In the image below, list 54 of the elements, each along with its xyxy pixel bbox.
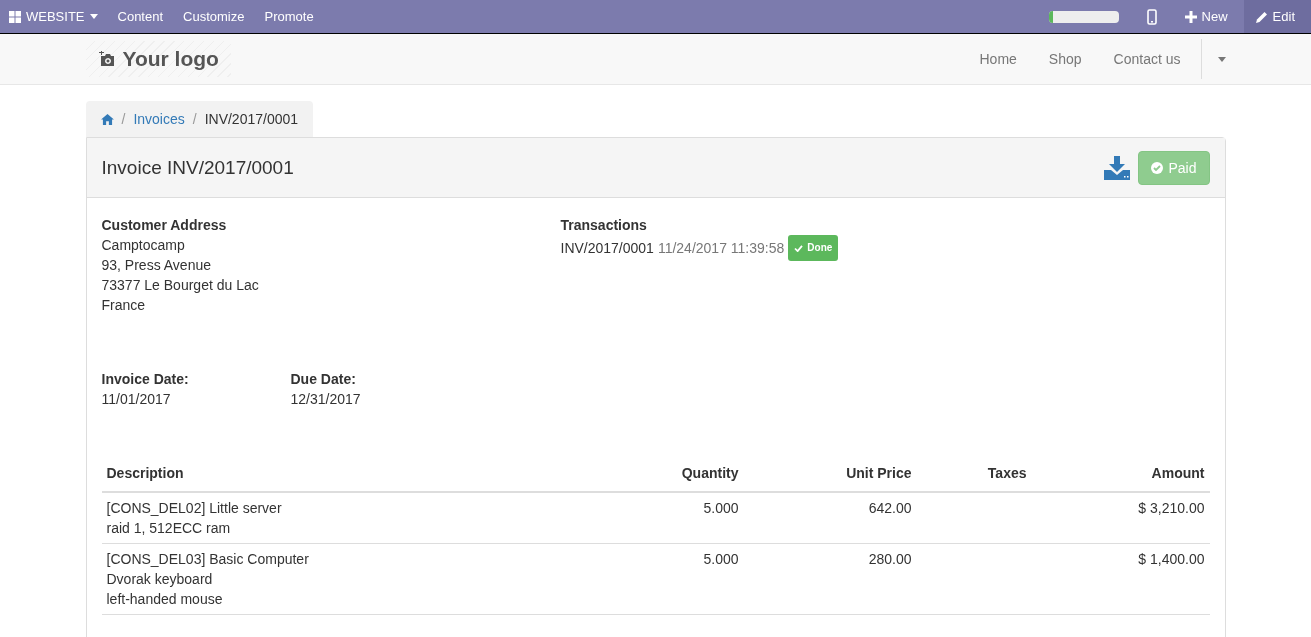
breadcrumb-separator: / — [120, 111, 127, 127]
menu-item[interactable]: Promote — [254, 0, 324, 33]
amount-cell: $ 3,210.00 — [1031, 492, 1210, 544]
plus-icon — [1184, 10, 1197, 23]
grid-icon — [9, 10, 21, 23]
quantity-cell: 5.000 — [603, 543, 744, 615]
status-badge: Done — [788, 235, 839, 261]
progress-bar — [1048, 10, 1119, 23]
column-header: Quantity — [603, 455, 744, 492]
address-line: France — [101, 296, 147, 315]
section-heading: Customer Address — [101, 216, 228, 235]
column-header: Taxes — [916, 455, 1032, 492]
caret-icon — [1217, 56, 1226, 62]
home-link[interactable] — [100, 113, 114, 125]
section-heading: Transactions — [560, 216, 648, 235]
mobile-phone-icon — [1146, 8, 1157, 25]
address-line: Camptocamp — [101, 236, 186, 255]
logo[interactable]: Your logo — [85, 41, 231, 77]
new-button[interactable]: New — [1172, 0, 1244, 33]
column-header: Amount — [1031, 455, 1210, 492]
breadcrumb-separator: / — [191, 111, 198, 127]
quantity-cell: 5.000 — [603, 492, 744, 544]
column-header: Description — [101, 455, 604, 492]
date-label: Invoice Date: — [101, 370, 190, 389]
transaction-reference: INV/2017/0001 — [560, 239, 654, 258]
menu-item[interactable]: Customize — [173, 0, 255, 33]
website-menu[interactable]: WEBSITE — [9, 0, 108, 33]
unit-price-cell: 642.00 — [743, 492, 917, 544]
date-value: 11/01/2017 — [101, 390, 172, 409]
breadcrumb-current: INV/2017/0001 — [204, 111, 299, 127]
nav-link[interactable]: Contact us — [1097, 34, 1197, 84]
breadcrumb-link[interactable]: Invoices — [133, 111, 185, 127]
pencil-icon — [1255, 10, 1268, 23]
address-line: 93, Press Avenue — [101, 256, 212, 275]
edit-button[interactable]: Edit — [1243, 0, 1311, 33]
home-icon — [100, 113, 114, 125]
camera-icon — [97, 51, 116, 67]
date-label: Due Date: — [290, 370, 357, 389]
date-value: 12/31/2017 — [290, 390, 362, 409]
amount-cell: $ 1,400.00 — [1031, 543, 1210, 615]
nav-link[interactable]: Shop — [1032, 34, 1098, 84]
description-cell: [CONS_DEL02] Little server raid 1, 512ECC ram — [101, 492, 604, 544]
download-icon[interactable] — [1104, 155, 1131, 180]
nav-link[interactable]: Home — [963, 34, 1033, 84]
invoice-title: Invoice INV/2017/0001 — [101, 156, 295, 179]
check-circle-icon — [1151, 161, 1164, 174]
check-icon — [794, 244, 804, 252]
address-line: 73377 Le Bourget du Lac — [101, 276, 260, 295]
caret-icon — [89, 14, 98, 19]
description-cell: [CONS_DEL03] Basic Computer Dvorak keyboard left-handed mouse — [101, 543, 604, 615]
transaction-date: 11/24/2017 11:39:58 — [657, 239, 785, 258]
column-header: Unit Price — [743, 455, 917, 492]
menu-item[interactable]: Content — [107, 0, 174, 33]
unit-price-cell: 280.00 — [743, 543, 917, 615]
